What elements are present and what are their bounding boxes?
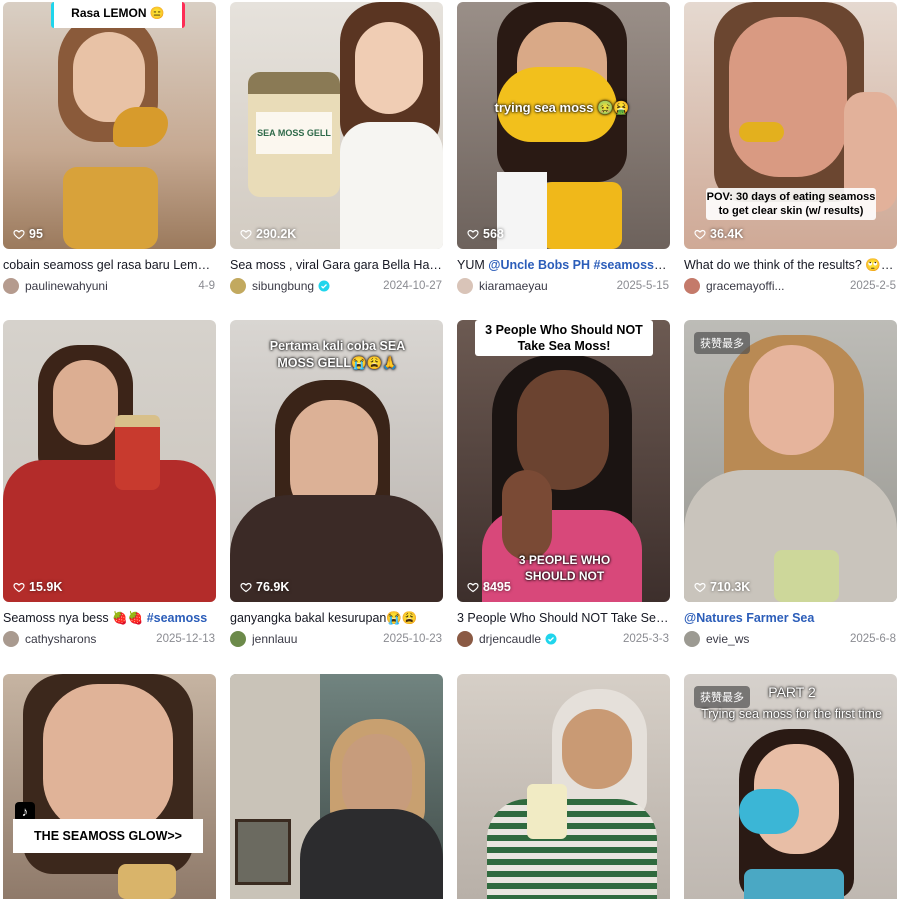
post-date: 2025-3-3 (622, 633, 669, 645)
avatar[interactable] (684, 278, 700, 294)
video-card[interactable]: 获赞最多 710.3K @Natures Farmer Sea evie_ws … (684, 320, 898, 648)
post-date: 4-9 (198, 280, 215, 292)
video-card[interactable]: SEA MOSS GELL 290.2K Sea moss , viral Ga… (230, 2, 444, 295)
video-card[interactable] (230, 674, 444, 899)
author-row[interactable]: sibungbung 2024-10-27 (230, 277, 444, 295)
most-liked-badge: 获赞最多 (694, 332, 750, 354)
verified-icon (318, 280, 330, 292)
video-thumbnail[interactable]: SEA MOSS GELL 290.2K (230, 2, 443, 249)
video-card[interactable]: 15.9K Seamoss nya bess 🍓🍓 #seamoss cathy… (3, 320, 217, 648)
overlay-text: POV: 30 days of eating seamoss to get cl… (706, 188, 876, 220)
verified-icon (545, 633, 557, 645)
video-card[interactable] (457, 674, 671, 899)
avatar[interactable] (230, 631, 246, 647)
video-thumbnail[interactable]: trying sea moss 🤢🤮 568 (457, 2, 670, 249)
post-date: 2025-2-5 (849, 280, 896, 292)
avatar[interactable] (457, 278, 473, 294)
like-count: 710.3K (694, 580, 750, 594)
author-row[interactable]: drjencaudle 2025-3-3 (457, 630, 671, 648)
post-date: 2025-12-13 (156, 633, 215, 645)
overlay-text: Trying sea moss for the first time (701, 707, 882, 721)
video-thumbnail[interactable] (457, 674, 670, 899)
heart-icon (467, 582, 479, 593)
author-row[interactable]: kiaramaeyau 2025-5-15 (457, 277, 671, 295)
video-caption[interactable]: cobain seamoss gel rasa baru Lemon nya (3, 257, 215, 273)
video-card[interactable]: Pertama kali coba SEA MOSS GELL😭😩🙏 76.9K… (230, 320, 444, 648)
video-card[interactable]: ♪ THE SEAMOSS GLOW>> (3, 674, 217, 899)
avatar[interactable] (457, 631, 473, 647)
video-caption[interactable]: @Natures Farmer Sea (684, 610, 896, 626)
overlay-text: 3 People Who Should NOT Take Sea Moss! (475, 320, 653, 356)
like-count: 290.2K (240, 227, 296, 241)
heart-icon (694, 229, 706, 240)
heart-icon (13, 582, 25, 593)
video-thumbnail[interactable]: ♪ THE SEAMOSS GLOW>> (3, 674, 216, 899)
video-card[interactable]: Rasa LEMON 😑 95 cobain seamoss gel rasa … (3, 2, 217, 295)
most-liked-badge: 获赞最多 (694, 686, 750, 708)
username[interactable]: sibungbung (252, 279, 314, 293)
username[interactable]: jennlauu (252, 632, 297, 646)
overlay-subtitle: 3 PEOPLE WHO SHOULD NOT (518, 553, 611, 583)
post-date: 2025-6-8 (849, 633, 896, 645)
avatar[interactable] (3, 631, 19, 647)
heart-icon (240, 229, 252, 240)
overlay-text: trying sea moss 🤢🤮 (494, 100, 630, 115)
like-count: 76.9K (240, 580, 289, 594)
overlay-text: Rasa LEMON 😑 (51, 2, 185, 28)
heart-icon (13, 229, 25, 240)
author-row[interactable]: gracemayoffi... 2025-2-5 (684, 277, 898, 295)
heart-icon (240, 582, 252, 593)
username[interactable]: kiaramaeyau (479, 279, 548, 293)
video-thumbnail[interactable]: Rasa LEMON 😑 95 (3, 2, 216, 249)
video-caption[interactable]: What do we think of the results? 🙄🫠 (684, 257, 896, 273)
video-thumbnail[interactable]: POV: 30 days of eating seamoss to get cl… (684, 2, 897, 249)
author-row[interactable]: cathysharons 2025-12-13 (3, 630, 217, 648)
like-count: 568 (467, 227, 504, 241)
overlay-text: Pertama kali coba SEA MOSS GELL😭😩🙏 (269, 339, 406, 370)
like-count: 95 (13, 227, 43, 241)
heart-icon (467, 229, 479, 240)
avatar[interactable] (684, 631, 700, 647)
overlay-text: THE SEAMOSS GLOW>> (13, 819, 203, 853)
avatar[interactable] (230, 278, 246, 294)
video-card[interactable]: 获赞最多 PART 2 Trying sea moss for the firs… (684, 674, 898, 899)
post-date: 2025-10-23 (383, 633, 442, 645)
post-date: 2025-5-15 (616, 280, 669, 292)
avatar[interactable] (3, 278, 19, 294)
username[interactable]: evie_ws (706, 632, 749, 646)
username[interactable]: drjencaudle (479, 632, 541, 646)
username[interactable]: cathysharons (25, 632, 96, 646)
video-caption[interactable]: ganyangka bakal kesurupan😭😩 (230, 610, 442, 626)
video-caption[interactable]: 3 People Who Should NOT Take Sea Moss! (457, 610, 669, 626)
video-thumbnail[interactable]: 15.9K (3, 320, 216, 602)
video-card[interactable]: POV: 30 days of eating seamoss to get cl… (684, 2, 898, 295)
video-thumbnail[interactable]: 获赞最多 PART 2 Trying sea moss for the firs… (684, 674, 897, 899)
part-label: PART 2 (768, 684, 816, 700)
author-row[interactable]: jennlauu 2025-10-23 (230, 630, 444, 648)
video-caption[interactable]: Seamoss nya bess 🍓🍓 #seamoss (3, 610, 215, 626)
author-row[interactable]: paulinewahyuni 4-9 (3, 277, 217, 295)
author-row[interactable]: evie_ws 2025-6-8 (684, 630, 898, 648)
username[interactable]: paulinewahyuni (25, 279, 108, 293)
video-thumbnail[interactable]: 获赞最多 710.3K (684, 320, 897, 602)
heart-icon (694, 582, 706, 593)
video-card[interactable]: trying sea moss 🤢🤮 568 YUM @Uncle Bobs P… (457, 2, 671, 295)
video-card[interactable]: 3 People Who Should NOT Take Sea Moss! 3… (457, 320, 671, 648)
video-caption[interactable]: Sea moss , viral Gara gara Bella Hadid y… (230, 257, 442, 273)
video-thumbnail[interactable]: 3 People Who Should NOT Take Sea Moss! 3… (457, 320, 670, 602)
video-caption[interactable]: YUM @Uncle Bobs PH #seamoss #seamossgel (457, 257, 669, 273)
like-count: 36.4K (694, 227, 743, 241)
post-date: 2024-10-27 (383, 280, 442, 292)
like-count: 8495 (467, 580, 511, 594)
username[interactable]: gracemayoffi... (706, 279, 784, 293)
video-thumbnail[interactable]: Pertama kali coba SEA MOSS GELL😭😩🙏 76.9K (230, 320, 443, 602)
video-thumbnail[interactable] (230, 674, 443, 899)
like-count: 15.9K (13, 580, 62, 594)
